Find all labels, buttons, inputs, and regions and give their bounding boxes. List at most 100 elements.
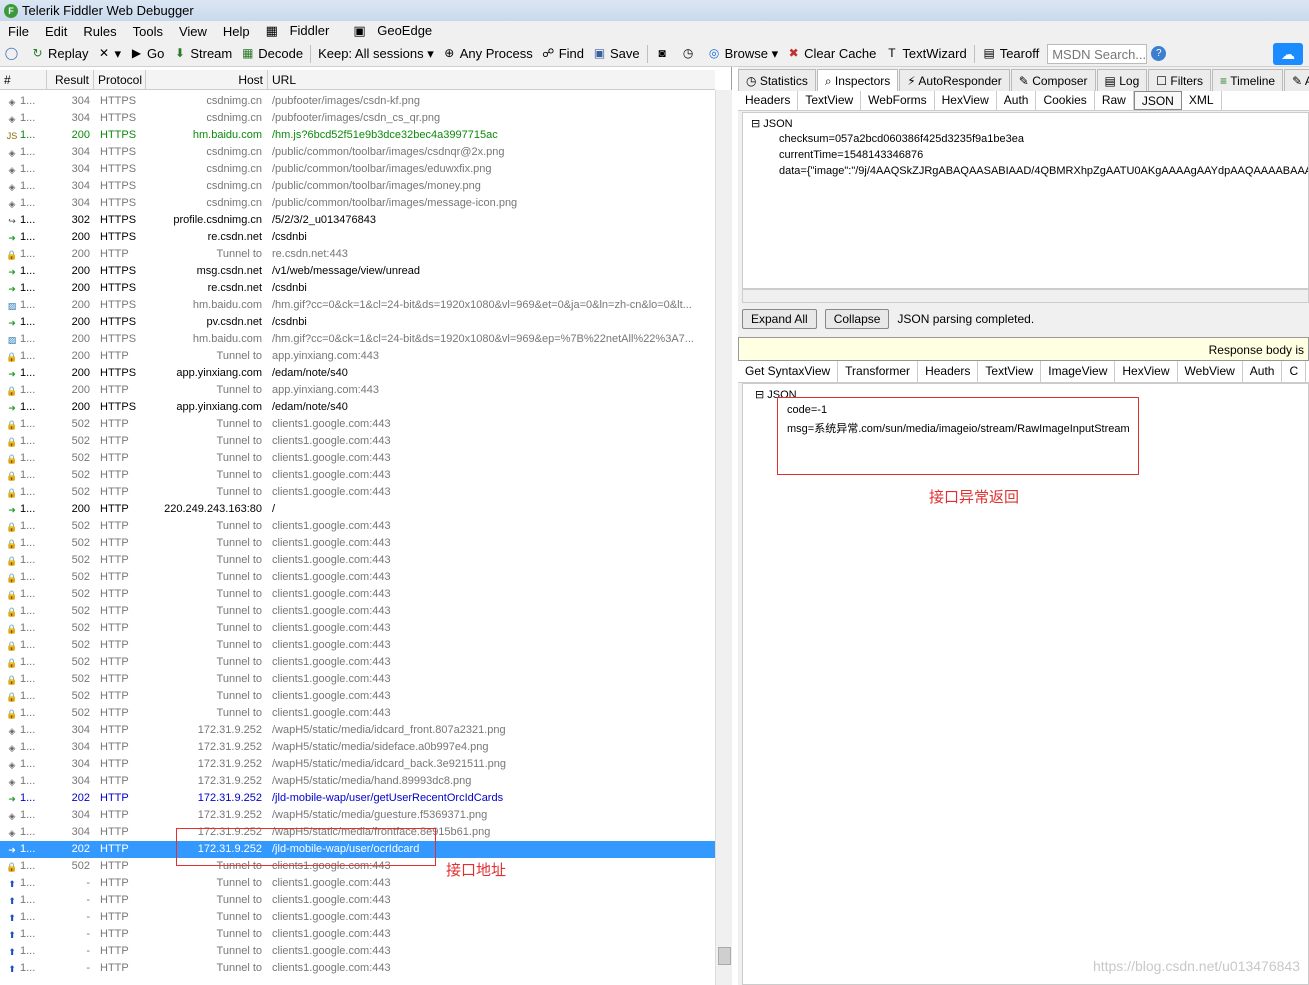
browse-button[interactable]: ◎ Browse ▾ bbox=[703, 43, 783, 65]
table-row[interactable]: ⬆ 1... - HTTP Tunnel to clients1.google.com:4… bbox=[0, 926, 715, 943]
menu-view[interactable]: View bbox=[171, 24, 215, 39]
menu-help[interactable]: Help bbox=[215, 24, 258, 39]
resp-tab-headers[interactable]: Headers bbox=[918, 361, 979, 382]
table-row[interactable]: ➜ 1... 200 HTTPS pv.csdn.net/csdnbi bbox=[0, 314, 715, 331]
clear-cache-button[interactable]: ✖ Clear Cache bbox=[782, 43, 880, 65]
resp-tab-overflow[interactable]: C bbox=[1282, 361, 1307, 382]
process-filter-button[interactable]: ⊕ Any Process bbox=[438, 43, 537, 65]
table-row[interactable]: 🔒 1... 502 HTTP Tunnel to clients1.google.com… bbox=[0, 467, 715, 484]
req-tab-auth[interactable]: Auth bbox=[997, 91, 1037, 110]
resp-tab-textview[interactable]: TextView bbox=[978, 361, 1042, 382]
req-tab-raw[interactable]: Raw bbox=[1095, 91, 1134, 110]
table-row[interactable]: ◈ 1... 304 HTTPS csdnimg.cn/public/common/to… bbox=[0, 161, 715, 178]
req-tab-webforms[interactable]: WebForms bbox=[861, 91, 935, 110]
table-row[interactable]: ⬆ 1... - HTTP Tunnel to clients1.google.com:4… bbox=[0, 943, 715, 960]
tab-statistics[interactable]: ◷ Statistics bbox=[738, 69, 816, 91]
table-row[interactable]: 🔒 1... 502 HTTP Tunnel to clients1.google.com… bbox=[0, 688, 715, 705]
table-row[interactable]: 🔒 1... 502 HTTP Tunnel to clients1.google.com… bbox=[0, 603, 715, 620]
col-num-header[interactable]: # bbox=[0, 70, 47, 90]
table-row[interactable]: 🔒 1... 502 HTTP Tunnel to clients1.google.com… bbox=[0, 552, 715, 569]
menu-tools[interactable]: Tools bbox=[125, 24, 171, 39]
table-row[interactable]: 🔒 1... 502 HTTP Tunnel to clients1.google.com… bbox=[0, 705, 715, 722]
msdn-search-input[interactable]: MSDN Search... bbox=[1047, 43, 1148, 64]
table-row[interactable]: ⬆ 1... - HTTP Tunnel to clients1.google.com:4… bbox=[0, 892, 715, 909]
go-button[interactable]: ▶ Go bbox=[125, 43, 168, 65]
table-row[interactable]: 🔒 1... 502 HTTP Tunnel to clients1.google.com… bbox=[0, 637, 715, 654]
menu-rules[interactable]: Rules bbox=[75, 24, 124, 39]
table-row[interactable]: 🔒 1... 502 HTTP Tunnel to clients1.google.com… bbox=[0, 671, 715, 688]
req-node-currenttime[interactable]: currentTime=1548143346876 bbox=[779, 149, 923, 161]
table-row[interactable]: 🔒 1... 200 HTTP Tunnel to app.yinxiang.com:44… bbox=[0, 382, 715, 399]
table-row[interactable]: ➜ 1... 200 HTTP 220.249.243.163:80 / bbox=[0, 501, 715, 518]
tab-autoresponder[interactable]: ⚡ AutoResponder bbox=[899, 69, 1010, 91]
table-row[interactable]: JS 1... 200 HTTPS hm.baidu.com/hm.js?6bcd52f… bbox=[0, 127, 715, 144]
table-row[interactable]: ◈ 1... 304 HTTPS csdnimg.cn/pubfooter/images… bbox=[0, 93, 715, 110]
table-row[interactable]: ➜ 1... 202 HTTP 172.31.9.252/jld-mobile-wap/… bbox=[0, 790, 715, 807]
table-row[interactable]: 🔒 1... 502 HTTP Tunnel to clients1.google.com… bbox=[0, 654, 715, 671]
tab-composer[interactable]: ✎ Composer bbox=[1010, 69, 1096, 91]
tab-log[interactable]: ▤ Log bbox=[1096, 69, 1148, 91]
table-row[interactable]: 🔒 1... 502 HTTP Tunnel to clients1.google.com… bbox=[0, 416, 715, 433]
save-button[interactable]: ▣ Save bbox=[588, 43, 644, 65]
col-host-header[interactable]: Host bbox=[146, 70, 268, 90]
tab-overflow[interactable]: ✎ A bbox=[1284, 69, 1309, 91]
table-row[interactable]: 🔒 1... 502 HTTP Tunnel to clients1.google.com… bbox=[0, 569, 715, 586]
req-node-data[interactable]: data={"image":"/9j/4AAQSkZJRgABAQAASABIA… bbox=[779, 165, 1308, 177]
req-tree-root[interactable]: ⊟ JSON bbox=[751, 117, 793, 130]
resp-tab-webview[interactable]: WebView bbox=[1178, 361, 1243, 382]
table-row[interactable]: ◈ 1... 304 HTTPS csdnimg.cn/public/common/to… bbox=[0, 195, 715, 212]
req-tab-textview[interactable]: TextView bbox=[798, 91, 862, 110]
table-row[interactable]: 🔒 1... 200 HTTP Tunnel to re.csdn.net:443 bbox=[0, 246, 715, 263]
table-row[interactable]: ◈ 1... 304 HTTP 172.31.9.252/wapH5/static/me… bbox=[0, 807, 715, 824]
table-row[interactable]: 🔒 1... 502 HTTP Tunnel to clients1.google.com… bbox=[0, 535, 715, 552]
tab-inspectors[interactable]: ⌕ Inspectors bbox=[816, 69, 899, 91]
table-row[interactable]: ➜ 1... 200 HTTPS app.yinxiang.com/edam/note/… bbox=[0, 365, 715, 382]
expand-all-button[interactable]: Expand All bbox=[742, 309, 817, 329]
table-row[interactable]: 🔒 1... 502 HTTP Tunnel to clients1.google.com… bbox=[0, 484, 715, 501]
help-button[interactable]: ? bbox=[1147, 43, 1173, 65]
table-row[interactable]: ◈ 1... 304 HTTP 172.31.9.252/wapH5/static/me… bbox=[0, 722, 715, 739]
menu-file[interactable]: File bbox=[0, 24, 37, 39]
table-row[interactable]: ◈ 1... 304 HTTPS csdnimg.cn/pubfooter/images… bbox=[0, 110, 715, 127]
response-warning-bar[interactable]: Response body is bbox=[738, 337, 1309, 361]
req-tab-xml[interactable]: XML bbox=[1182, 91, 1222, 110]
menu-geoedge[interactable]: ▣ GeoEdge bbox=[345, 23, 448, 39]
table-row[interactable]: ◈ 1... 304 HTTP 172.31.9.252/wapH5/static/me… bbox=[0, 773, 715, 790]
table-row[interactable]: ⬆ 1... - HTTP Tunnel to clients1.google.com:4… bbox=[0, 909, 715, 926]
decode-button[interactable]: ▦ Decode bbox=[236, 43, 307, 65]
tab-timeline[interactable]: ≡ Timeline bbox=[1212, 69, 1284, 91]
col-result-header[interactable]: Result bbox=[47, 70, 94, 90]
table-row[interactable]: 🔒 1... 502 HTTP Tunnel to clients1.google.com… bbox=[0, 518, 715, 535]
menu-edit[interactable]: Edit bbox=[37, 24, 75, 39]
scroll-thumb[interactable] bbox=[718, 947, 731, 965]
col-url-header[interactable]: URL bbox=[268, 70, 715, 90]
table-row[interactable]: ▨ 1... 200 HTTPS hm.baidu.com/hm.gif?cc=0&ck… bbox=[0, 331, 715, 348]
collapse-icon[interactable]: ⊟ bbox=[751, 118, 760, 130]
keep-sessions-dropdown[interactable]: Keep: All sessions ▾ bbox=[314, 43, 438, 65]
table-row[interactable]: 🔒 1... 502 HTTP Tunnel to clients1.google.com… bbox=[0, 450, 715, 467]
collapse-button[interactable]: Collapse bbox=[824, 309, 890, 329]
remove-button[interactable]: ✕ ▾ bbox=[92, 43, 125, 65]
table-row[interactable]: ➜ 1... 200 HTTPS re.csdn.net/csdnbi bbox=[0, 229, 715, 246]
sessions-scrollbar[interactable] bbox=[715, 90, 732, 985]
resp-tab-transformer[interactable]: Transformer bbox=[838, 361, 919, 382]
screenshot-button[interactable]: ◙ bbox=[651, 43, 677, 65]
table-row[interactable]: 🔒 1... 200 HTTP Tunnel to app.yinxiang.com:44… bbox=[0, 348, 715, 365]
table-row[interactable]: 🔒 1... 502 HTTP Tunnel to clients1.google.com… bbox=[0, 620, 715, 637]
collapse-icon[interactable]: ⊟ bbox=[755, 389, 764, 401]
stream-button[interactable]: ⬇ Stream bbox=[168, 43, 236, 65]
tearoff-button[interactable]: ▤ Tearoff bbox=[978, 43, 1044, 65]
table-row[interactable]: ⬆ 1... - HTTP Tunnel to clients1.google.com:4… bbox=[0, 875, 715, 892]
request-hscrollbar[interactable] bbox=[742, 289, 1309, 303]
resp-tab-hexview[interactable]: HexView bbox=[1115, 361, 1178, 382]
table-row[interactable]: 🔒 1... 502 HTTP Tunnel to clients1.google.com… bbox=[0, 433, 715, 450]
table-row[interactable]: ↪ 1... 302 HTTPS profile.csdnimg.cn/5/2/3/2_… bbox=[0, 212, 715, 229]
replay-button[interactable]: ↻ Replay bbox=[26, 43, 92, 65]
req-tab-json[interactable]: JSON bbox=[1133, 91, 1182, 110]
resp-tab-syntaxview[interactable]: Get SyntaxView bbox=[738, 361, 839, 382]
table-row[interactable]: ▨ 1... 200 HTTPS hm.baidu.com/hm.gif?cc=0&ck… bbox=[0, 297, 715, 314]
menu-fiddler[interactable]: ▦ Fiddler bbox=[258, 23, 346, 39]
table-row[interactable]: ➜ 1... 200 HTTPS app.yinxiang.com/edam/note/… bbox=[0, 399, 715, 416]
table-row[interactable]: ◈ 1... 304 HTTP 172.31.9.252/wapH5/static/me… bbox=[0, 756, 715, 773]
table-row[interactable]: 🔒 1... 502 HTTP Tunnel to clients1.google.com… bbox=[0, 586, 715, 603]
